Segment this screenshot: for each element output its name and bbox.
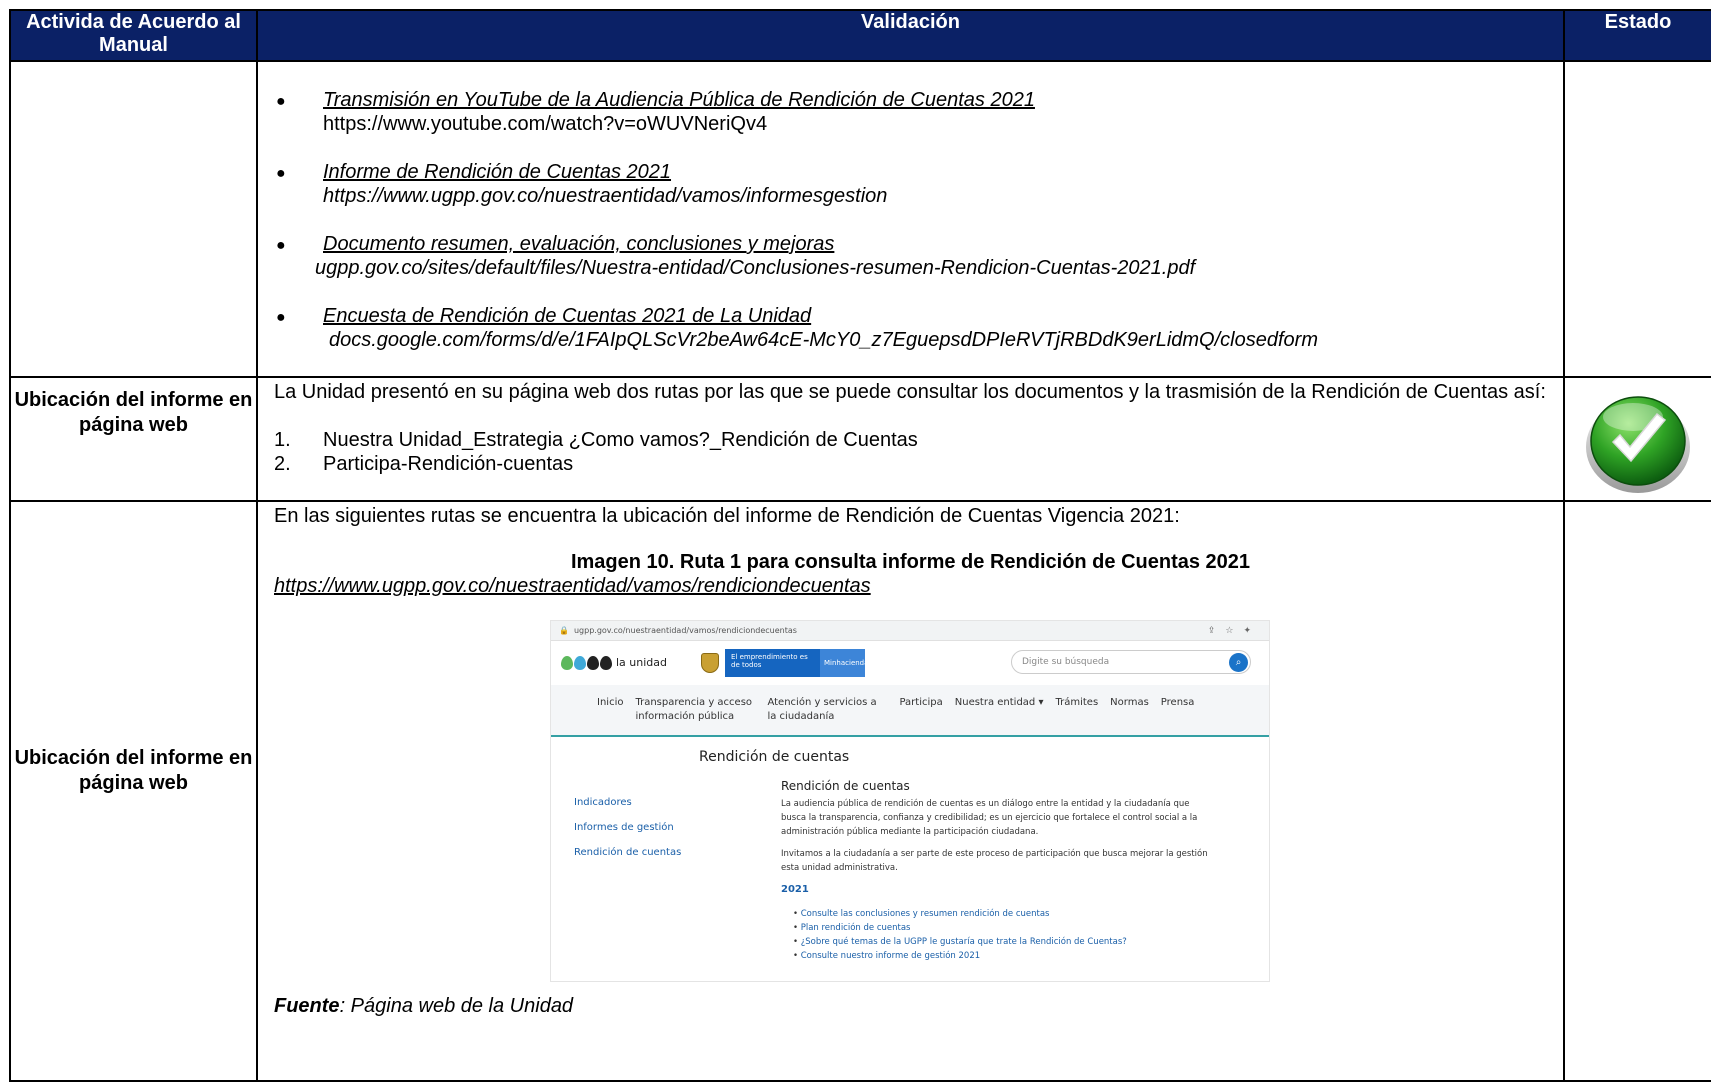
colombia-shield-icon bbox=[701, 653, 719, 673]
browser-tools-icons: ⇪☆✦ bbox=[1207, 625, 1261, 636]
list-item: Consulte las conclusiones y resumen rend… bbox=[793, 907, 1211, 921]
lock-icon: 🔒 bbox=[559, 626, 569, 635]
table-row: Ubicación del informe en página web La U… bbox=[9, 376, 1711, 502]
evidence-url[interactable]: ugpp.gov.co/sites/default/files/Nuestra-… bbox=[315, 256, 1547, 280]
list-item: ¿Sobre qué temas de la UGPP le gustaría … bbox=[793, 935, 1211, 949]
list-item: 1. Nuestra Unidad_Estrategia ¿Como vamos?… bbox=[274, 429, 918, 451]
nav-item: Trámites bbox=[1055, 697, 1099, 708]
header-status: Estado bbox=[1563, 9, 1711, 62]
site-year-heading: 2021 bbox=[781, 884, 809, 895]
evidence-title[interactable]: Documento resumen, evaluación, conclusio… bbox=[323, 232, 1547, 256]
row2-label: Ubicación del informe en página web bbox=[9, 376, 258, 502]
evidence-url[interactable]: https://www.youtube.com/watch?v=oWUVNeri… bbox=[323, 112, 1547, 136]
document: Activida de Acuerdo al Manual Validación… bbox=[9, 9, 1711, 1082]
site-page-title: Rendición de cuentas bbox=[699, 749, 850, 765]
nav-item: Normas bbox=[1110, 697, 1149, 708]
table-row: ● Transmisión en YouTube de la Audiencia… bbox=[9, 60, 1711, 378]
row3-status bbox=[1563, 500, 1711, 1082]
evidence-title[interactable]: Encuesta de Rendición de Cuentas 2021 de… bbox=[323, 304, 1547, 328]
site-search-input: Digite su búsqueda ⌕ bbox=[1011, 650, 1251, 674]
figure-caption: Imagen 10. Ruta 1 para consulta informe … bbox=[570, 551, 1251, 573]
evidence-url[interactable]: docs.google.com/forms/d/e/1FAIpQLScVr2be… bbox=[329, 328, 1547, 352]
row3-intro: En las siguientes rutas se encuentra la … bbox=[274, 505, 1180, 527]
evidence-title[interactable]: Transmisión en YouTube de la Audiencia P… bbox=[323, 88, 1547, 112]
site-main-heading: Rendición de cuentas bbox=[781, 779, 910, 793]
figure-source: Fuente: Página web de la Unidad bbox=[274, 995, 574, 1017]
list-item: ● Encuesta de Rendición de Cuentas 2021 … bbox=[274, 304, 1547, 352]
bullet-icon: ● bbox=[276, 309, 286, 326]
site-links-list: Consulte las conclusiones y resumen rend… bbox=[781, 907, 1211, 963]
row3-label: Ubicación del informe en página web bbox=[9, 500, 258, 1082]
search-icon: ⌕ bbox=[1229, 653, 1248, 672]
site-main: Rendición de cuentas La audiencia públic… bbox=[781, 779, 1211, 963]
evidence-list: ● Transmisión en YouTube de la Audiencia… bbox=[274, 62, 1547, 352]
site-header: la unidad El emprendimiento es de todos … bbox=[551, 641, 1269, 685]
row1-status bbox=[1563, 60, 1711, 378]
list-item: Plan rendición de cuentas bbox=[793, 921, 1211, 935]
route-link[interactable]: https://www.ugpp.gov.co/nuestraentidad/v… bbox=[274, 574, 1547, 598]
site-paragraph: La audiencia pública de rendición de cue… bbox=[781, 799, 1198, 837]
evidence-url[interactable]: https://www.ugpp.gov.co/nuestraentidad/v… bbox=[323, 184, 1547, 208]
row1-label bbox=[9, 60, 258, 378]
row2-status bbox=[1563, 376, 1711, 502]
sidebar-link: Informes de gestión bbox=[574, 822, 674, 833]
browser-address-bar: 🔒 ugpp.gov.co/nuestraentidad/vamos/rendi… bbox=[551, 621, 1269, 641]
nav-item: Inicio bbox=[597, 697, 624, 708]
evidence-title[interactable]: Informe de Rendición de Cuentas 2021 bbox=[323, 160, 1547, 184]
sidebar-link: Rendición de cuentas bbox=[574, 847, 682, 858]
list-item: ● Documento resumen, evaluación, conclus… bbox=[274, 232, 1547, 280]
list-item: 2. Participa-Rendición-cuentas bbox=[274, 453, 574, 475]
row1-validation: ● Transmisión en YouTube de la Audiencia… bbox=[256, 60, 1565, 378]
nav-item: Atención y servicios a la ciudadanía bbox=[767, 697, 877, 722]
site-paragraph: Invitamos a la ciudadanía a ser parte de… bbox=[781, 849, 1208, 873]
table-row: Ubicación del informe en página web En l… bbox=[9, 500, 1711, 1082]
sidebar-link: Indicadores bbox=[574, 797, 632, 808]
list-item: ● Informe de Rendición de Cuentas 2021 h… bbox=[274, 160, 1547, 208]
bullet-icon: ● bbox=[276, 237, 286, 254]
nav-item: Participa bbox=[899, 697, 943, 708]
row2-validation: La Unidad presentó en su página web dos … bbox=[256, 376, 1565, 502]
header-validation: Validación bbox=[256, 9, 1565, 62]
bullet-icon: ● bbox=[276, 93, 286, 110]
nav-item: Prensa bbox=[1160, 697, 1195, 708]
nav-item: Nuestra entidad ▾ bbox=[954, 697, 1044, 708]
nav-item: Transparencia y acceso información públi… bbox=[635, 697, 753, 722]
header-activity: Activida de Acuerdo al Manual bbox=[9, 9, 258, 62]
routes-list: 1. Nuestra Unidad_Estrategia ¿Como vamos?… bbox=[274, 428, 1547, 476]
table-header-row: Activida de Acuerdo al Manual Validación… bbox=[9, 9, 1711, 62]
site-sidebar: Indicadores Informes de gestión Rendició… bbox=[574, 790, 681, 865]
bullet-icon: ● bbox=[276, 165, 286, 182]
list-item: ● Transmisión en YouTube de la Audiencia… bbox=[274, 88, 1547, 136]
row2-paragraph: La Unidad presentó en su página web dos … bbox=[274, 381, 1546, 403]
la-unidad-logo: la unidad bbox=[561, 656, 667, 670]
list-item: Consulte nuestro informe de gestión 2021 bbox=[793, 949, 1211, 963]
green-check-icon bbox=[1586, 396, 1690, 493]
row3-validation: En las siguientes rutas se encuentra la … bbox=[256, 500, 1565, 1082]
validation-table: Activida de Acuerdo al Manual Validación… bbox=[9, 9, 1711, 1082]
website-screenshot: 🔒 ugpp.gov.co/nuestraentidad/vamos/rendi… bbox=[550, 620, 1270, 982]
government-banner: El emprendimiento es de todos Minhaciend… bbox=[725, 649, 868, 677]
site-nav: Inicio Transparencia y acceso informació… bbox=[551, 685, 1269, 737]
